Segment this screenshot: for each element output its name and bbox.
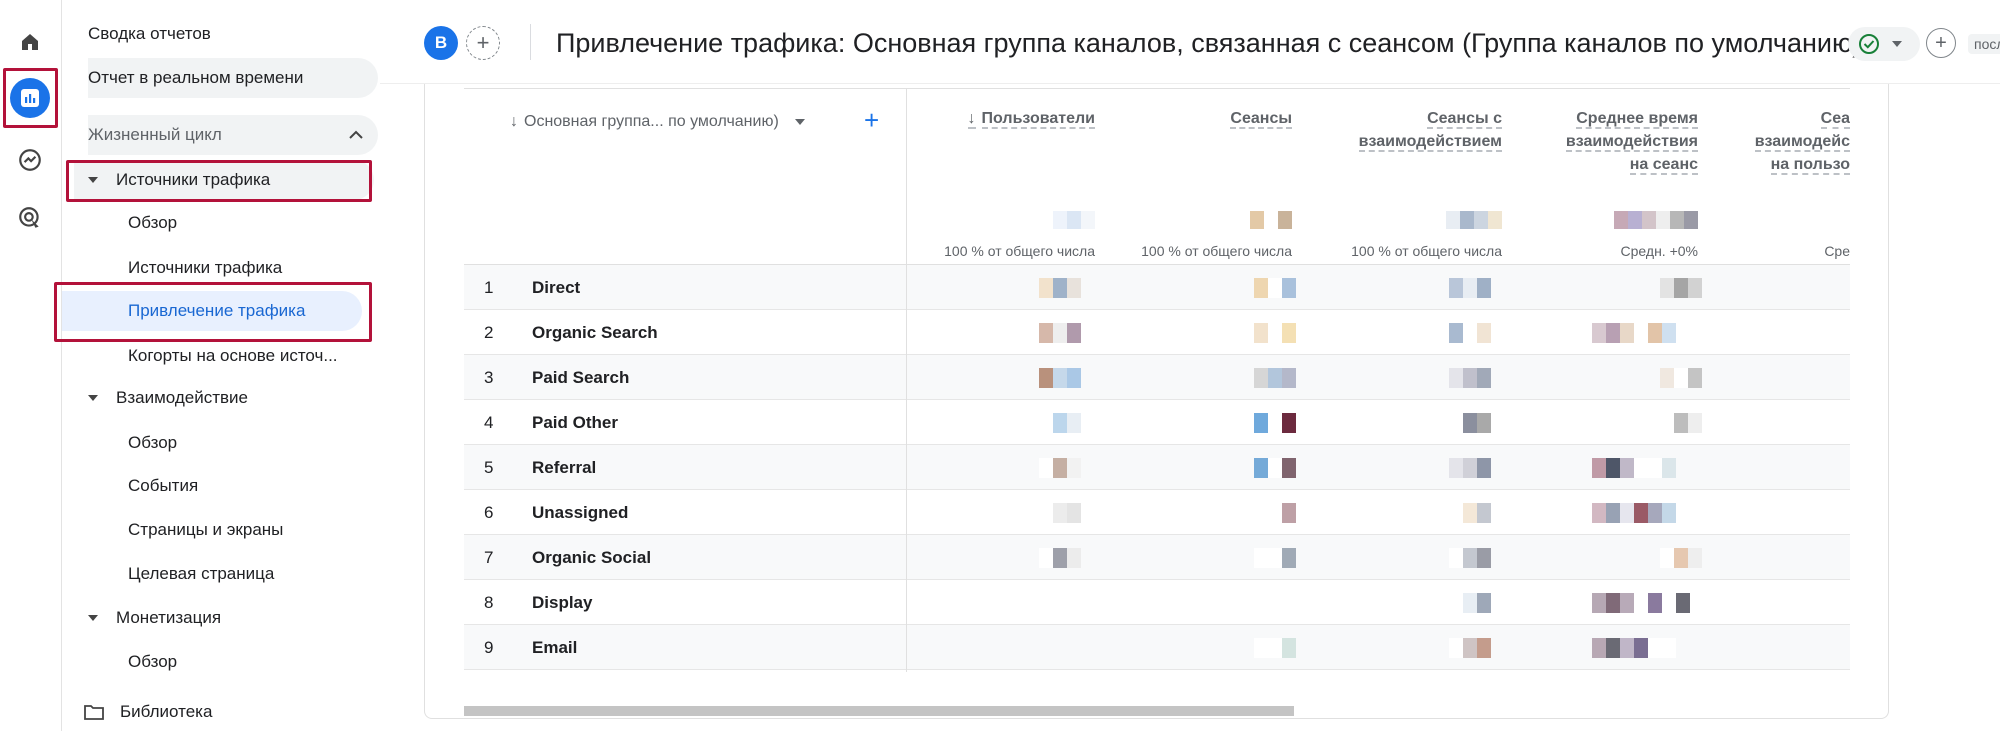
metric-header[interactable]: ↓ Пользователи (967, 107, 1095, 130)
sidebar-item-landing-page[interactable]: Целевая страница (128, 554, 428, 594)
metric-header[interactable]: Сеансы (1230, 107, 1292, 130)
report-header: B + Привлечение трафика: Основная группа… (380, 0, 2000, 84)
metric-header[interactable]: Сеа взаимодейс на пользо (1754, 107, 1850, 176)
metric-column-users[interactable]: ↓ Пользователи 100 % от общего числа (906, 89, 1095, 265)
metric-total: Средн. +0% (1620, 243, 1698, 259)
sidebar-item-pages-screens[interactable]: Страницы и экраны (128, 510, 428, 550)
chevron-down-icon[interactable] (794, 119, 805, 125)
table-row[interactable]: 1 Direct (464, 265, 1850, 310)
metric-column-sessions[interactable]: Сеансы 100 % от общего числа (1095, 89, 1292, 265)
reports-icon[interactable] (10, 78, 50, 118)
home-icon[interactable] (10, 22, 50, 62)
add-dimension-button[interactable]: + (864, 105, 879, 136)
comparison-avatar[interactable]: B (424, 26, 458, 60)
sidebar-item-realtime[interactable]: Отчет в реальном времени (88, 58, 378, 98)
report-table-card: ↓ Основная группа... по умолчанию) + ↓ По… (424, 84, 1889, 719)
sidebar-item-traffic-acquisition[interactable]: Привлечение трафика (62, 291, 362, 331)
horizontal-scrollbar[interactable] (464, 706, 1850, 716)
header-truncated-button[interactable]: посл (1968, 34, 2000, 54)
sidebar-section-traffic-sources[interactable]: Источники трафика (74, 160, 374, 200)
report-status-chip[interactable] (1848, 27, 1920, 61)
sidebar-section-engagement[interactable]: Взаимодействие (74, 378, 369, 418)
sidebar-lifecycle-header[interactable]: Жизненный цикл (88, 115, 378, 155)
check-circle-icon (1859, 34, 1879, 54)
blurred-total (1614, 211, 1698, 229)
metric-column-engaged-per-user[interactable]: Сеа взаимодейс на пользо Сре (1698, 89, 1850, 265)
chevron-down-icon (1892, 41, 1902, 47)
metric-total: 100 % от общего числа (1351, 243, 1502, 259)
add-comparison-button[interactable]: + (466, 26, 500, 60)
metric-total: Сре (1824, 243, 1850, 259)
sidebar-item-reports-snapshot[interactable]: Сводка отчетов (88, 14, 378, 54)
table-row[interactable]: 3 Paid Search (464, 355, 1850, 400)
metric-header[interactable]: Сеансы с взаимодействием (1358, 107, 1502, 153)
sidebar-item-engagement-overview[interactable]: Обзор (128, 423, 428, 463)
arrow-down-icon: ↓ (510, 113, 518, 130)
caret-down-icon (88, 395, 98, 401)
sidebar-item-monetization-overview[interactable]: Обзор (128, 642, 428, 682)
blurred-total (1053, 211, 1095, 229)
data-table: ↓ Основная группа... по умолчанию) + ↓ По… (464, 88, 1850, 672)
table-header: ↓ Основная группа... по умолчанию) + ↓ По… (464, 88, 1850, 265)
metric-column-engaged-sessions[interactable]: Сеансы с взаимодействием 100 % от общего … (1292, 89, 1502, 265)
sidebar-item-overview[interactable]: Обзор (128, 203, 428, 243)
table-row[interactable]: 9 Email (464, 625, 1850, 670)
metric-header[interactable]: Среднее время взаимодействия на сеанс (1565, 107, 1698, 176)
dimension-column-header[interactable]: ↓ Основная группа... по умолчанию) (510, 113, 805, 131)
dimension-column-divider (906, 88, 907, 672)
page-title: Привлечение трафика: Основная группа кан… (556, 28, 1862, 58)
table-row[interactable]: 7 Organic Social (464, 535, 1850, 580)
plus-icon: + (1935, 31, 1947, 54)
sidebar: Сводка отчетов Отчет в реальном времени … (62, 0, 436, 731)
sidebar-item-cohorts[interactable]: Когорты на основе источ... (128, 336, 428, 376)
sidebar-section-monetization[interactable]: Монетизация (74, 598, 369, 638)
caret-down-icon (88, 615, 98, 621)
blurred-total (1446, 211, 1502, 229)
add-button[interactable]: + (1926, 28, 1956, 58)
sidebar-item-events[interactable]: События (128, 466, 428, 506)
sidebar-item-library[interactable]: Библиотека (84, 692, 379, 731)
plus-icon: + (476, 30, 490, 55)
left-rail (0, 0, 62, 731)
explore-icon[interactable] (10, 140, 50, 180)
metric-column-avg-engagement-time[interactable]: Среднее время взаимодействия на сеанс Сред… (1502, 89, 1698, 265)
metric-total: 100 % от общего числа (1141, 243, 1292, 259)
horizontal-scrollbar-thumb[interactable] (464, 706, 1294, 716)
table-row[interactable]: 8 Display (464, 580, 1850, 625)
header-divider (530, 24, 531, 60)
caret-down-icon (88, 177, 98, 183)
table-row[interactable]: 6 Unassigned (464, 490, 1850, 535)
table-row[interactable]: 5 Referral (464, 445, 1850, 490)
blurred-total (1250, 211, 1292, 229)
table-row[interactable]: 2 Organic Search (464, 310, 1850, 355)
metric-total: 100 % от общего числа (944, 243, 1095, 259)
folder-icon (84, 705, 104, 720)
advertising-icon[interactable] (10, 198, 50, 238)
table-row[interactable]: 4 Paid Other (464, 400, 1850, 445)
arrow-down-icon: ↓ (967, 110, 976, 129)
sidebar-item-traffic-sources[interactable]: Источники трафика (128, 248, 428, 288)
chevron-up-icon (349, 130, 363, 139)
